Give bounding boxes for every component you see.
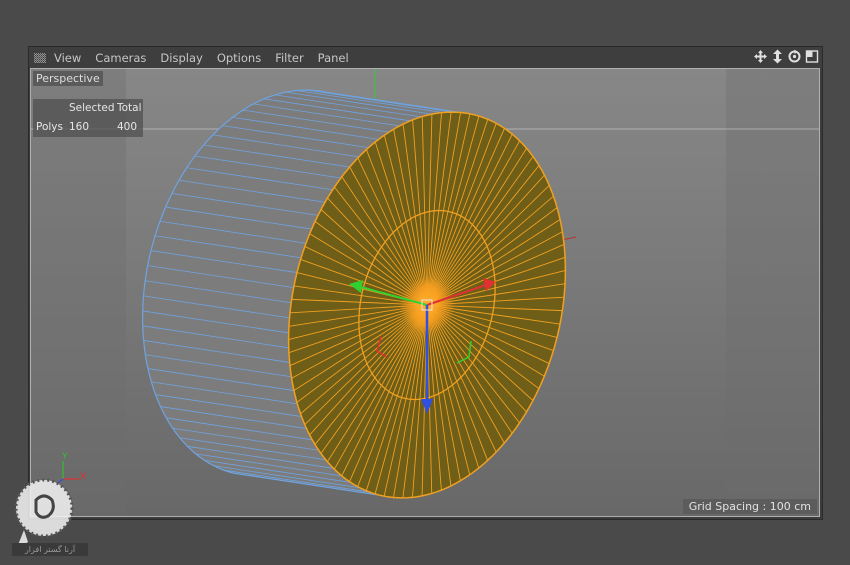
hud-row-label: Polys: [36, 121, 63, 133]
menu-view[interactable]: View: [54, 51, 81, 65]
axis-y-label: Y: [62, 452, 68, 462]
viewport-scene: [31, 69, 819, 516]
hud-total-value: 400: [117, 121, 138, 133]
rotate-view-icon[interactable]: [787, 49, 802, 64]
viewport-menu-bar: View Cameras Display Options Filter Pane…: [29, 47, 822, 68]
hud-selected-header: Selected: [69, 102, 115, 114]
3d-viewport[interactable]: Perspective Selected Total Polys 160 400…: [30, 68, 820, 517]
menu-options[interactable]: Options: [217, 51, 261, 65]
floor-band-right: [726, 69, 819, 516]
dolly-view-icon[interactable]: [771, 49, 784, 64]
move-view-icon[interactable]: [753, 49, 768, 64]
maximize-view-icon[interactable]: [805, 49, 819, 64]
watermark-text: آرنا گستر افزار: [12, 543, 88, 556]
grip-icon[interactable]: [34, 52, 46, 63]
hud-selected-value: 160: [69, 121, 90, 133]
menu-panel[interactable]: Panel: [318, 51, 349, 65]
menu-cameras[interactable]: Cameras: [95, 51, 146, 65]
grid-spacing-readout: Grid Spacing : 100 cm: [682, 499, 817, 514]
viewport-panel: View Cameras Display Options Filter Pane…: [28, 46, 823, 520]
stats-hud: Selected Total Polys 160 400: [33, 99, 143, 137]
hud-total-header: Total: [117, 102, 142, 114]
view-navigation: [753, 49, 819, 64]
camera-label[interactable]: Perspective: [33, 71, 103, 86]
menu-display[interactable]: Display: [160, 51, 202, 65]
menu-filter[interactable]: Filter: [275, 51, 303, 65]
